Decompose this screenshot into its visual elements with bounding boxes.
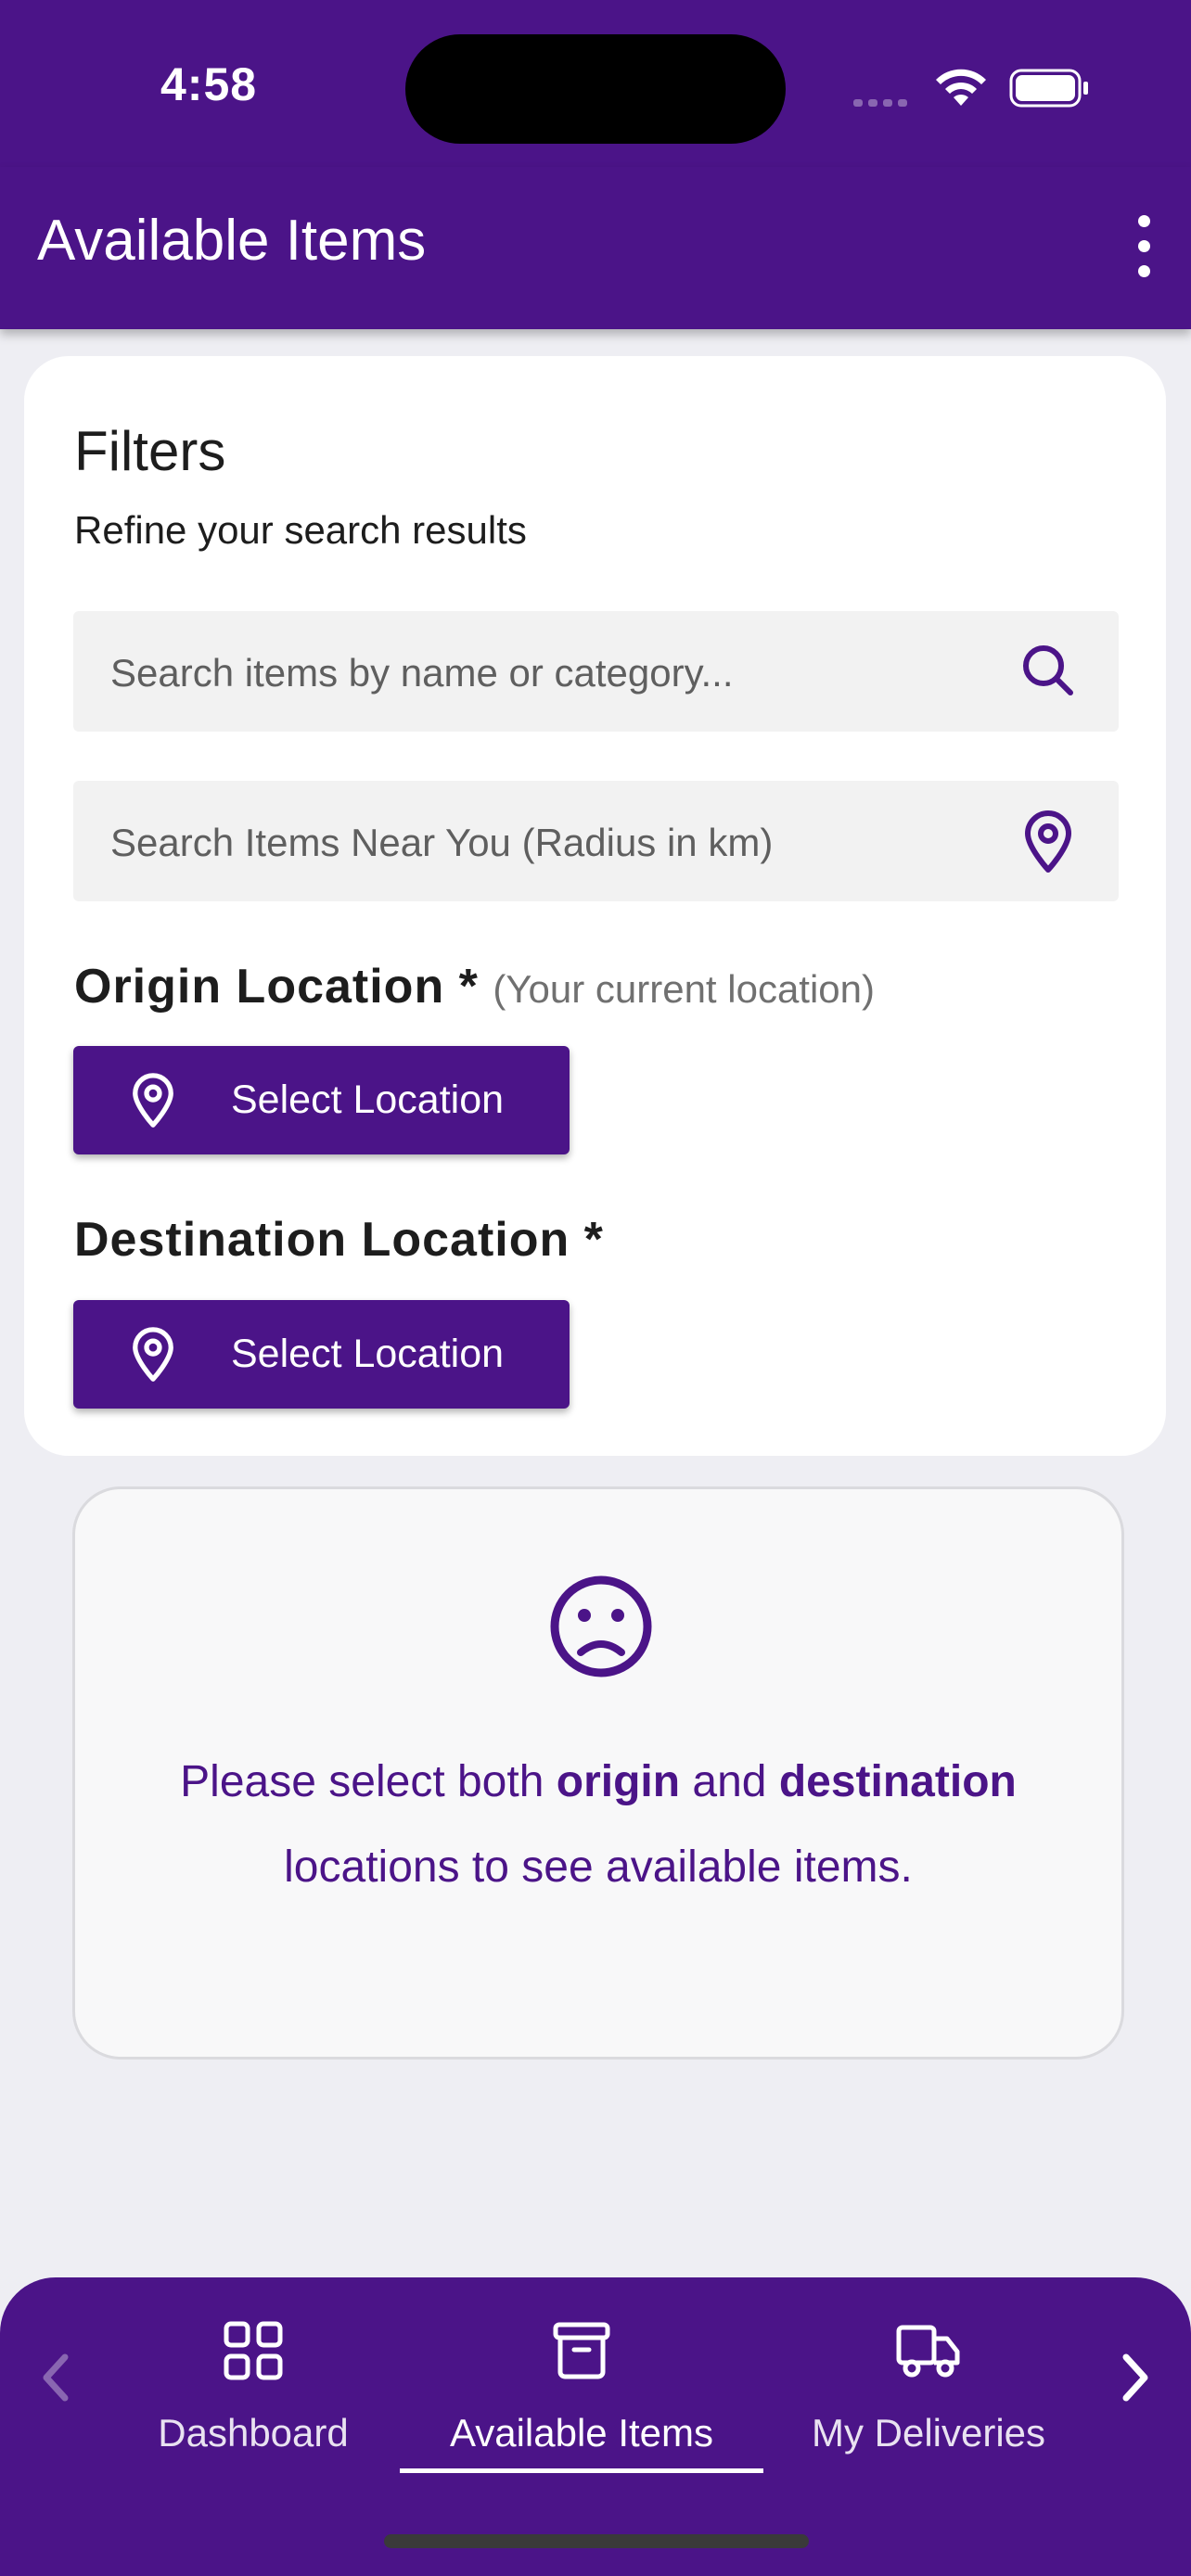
origin-location-title: Origin Location * (74, 960, 479, 1014)
origin-location-label: Origin Location * (Your current location… (74, 959, 875, 1014)
map-pin-icon (127, 1326, 179, 1384)
radius-field[interactable] (73, 781, 1119, 901)
sad-face-icon (550, 1575, 652, 1677)
nav-item-my-deliveries[interactable]: My Deliveries (798, 2277, 1059, 2472)
archive-box-icon (553, 2322, 610, 2379)
home-indicator (384, 2534, 809, 2548)
radius-input[interactable] (110, 821, 1001, 865)
battery-icon (1009, 69, 1088, 108)
search-field[interactable] (73, 611, 1119, 732)
bottom-navigation: Dashboard Available Items My Deliveries (0, 2277, 1191, 2576)
search-input[interactable] (110, 651, 1001, 695)
select-destination-label: Select Location (231, 1332, 505, 1376)
select-origin-label: Select Location (231, 1078, 505, 1122)
origin-location-hint: (Your current location) (493, 967, 876, 1011)
wifi-icon (936, 69, 986, 106)
chevron-left-icon[interactable] (35, 2350, 76, 2405)
dynamic-island (405, 34, 786, 144)
truck-icon (896, 2325, 960, 2378)
search-icon[interactable] (1018, 641, 1078, 700)
filters-card: Filters Refine your search results Origi… (24, 356, 1166, 1456)
nav-item-available-items[interactable]: Available Items (400, 2277, 763, 2472)
status-time: 4:58 (160, 58, 258, 110)
empty-state-card: Please select both origin and destinatio… (72, 1486, 1124, 2060)
nav-label-dashboard: Dashboard (158, 2411, 349, 2455)
select-origin-button[interactable]: Select Location (73, 1046, 570, 1154)
map-pin-icon (127, 1072, 179, 1129)
active-tab-indicator (400, 2468, 763, 2473)
page-title: Available Items (37, 209, 427, 273)
nav-label-my-deliveries: My Deliveries (811, 2411, 1046, 2455)
empty-state-message: Please select both origin and destinatio… (180, 1757, 1017, 1892)
cellular-signal-icon (853, 95, 913, 111)
status-bar: 4:58 (0, 0, 1191, 167)
filters-title: Filters (74, 420, 226, 482)
app-bar: Available Items (0, 167, 1191, 329)
nav-label-available-items: Available Items (449, 2411, 714, 2455)
filters-subtitle: Refine your search results (74, 508, 527, 552)
map-pin-icon[interactable] (1018, 810, 1078, 874)
chevron-right-icon[interactable] (1115, 2350, 1156, 2405)
select-destination-button[interactable]: Select Location (73, 1300, 570, 1409)
nav-item-dashboard[interactable]: Dashboard (139, 2277, 367, 2472)
grid-icon (224, 2321, 283, 2380)
destination-location-label: Destination Location * (74, 1213, 604, 1267)
more-vertical-icon[interactable] (1138, 215, 1150, 290)
